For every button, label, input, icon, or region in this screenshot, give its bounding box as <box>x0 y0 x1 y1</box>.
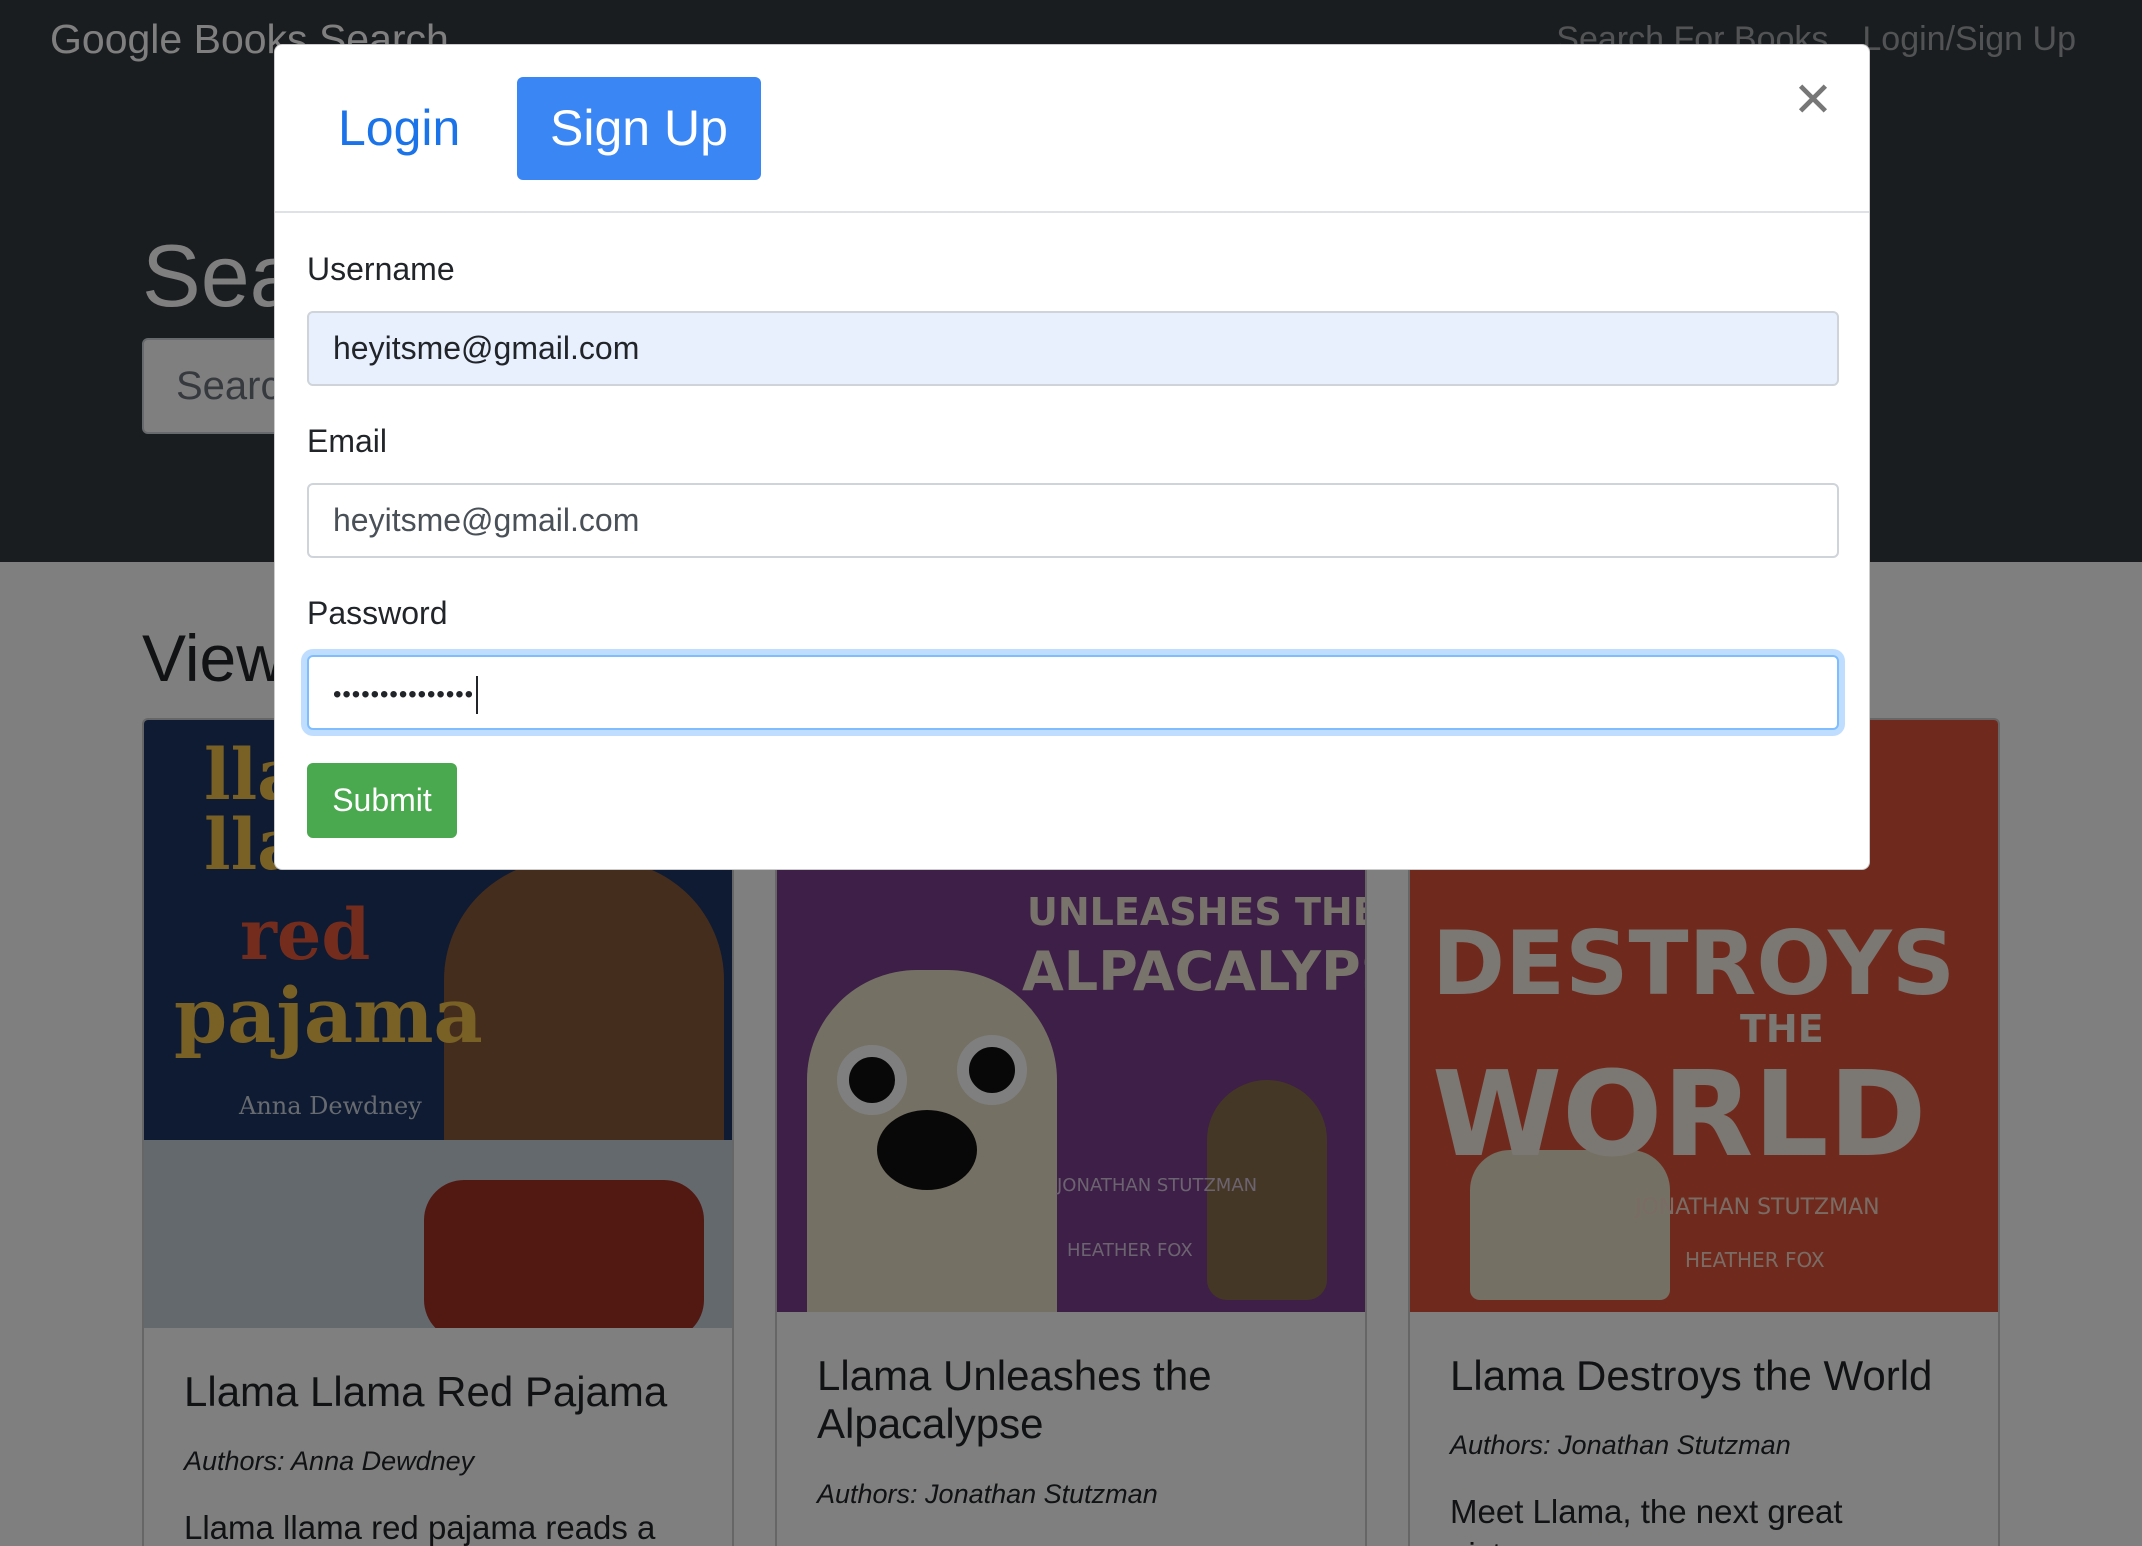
username-field[interactable]: heyitsme@gmail.com <box>307 311 1839 386</box>
auth-tabs: Login Sign Up <box>305 45 865 213</box>
close-icon[interactable]: ✕ <box>1791 77 1835 125</box>
password-label: Password <box>307 595 448 631</box>
tab-sign-up[interactable]: Sign Up <box>517 77 761 180</box>
modal-header: Login Sign Up ✕ <box>275 45 1869 213</box>
tab-login[interactable]: Login <box>305 77 493 180</box>
submit-button[interactable]: Submit <box>307 763 457 838</box>
email-label: Email <box>307 423 388 459</box>
page: Google Books Search Search For Books Log… <box>0 0 2142 1546</box>
text-caret <box>476 675 479 714</box>
auth-modal: Login Sign Up ✕ Username heyitsme@gmail.… <box>274 44 1870 870</box>
email-field[interactable]: heyitsme@gmail.com <box>307 483 1839 558</box>
password-mask: ••••••••••••••• <box>333 681 475 709</box>
password-field[interactable]: ••••••••••••••• <box>307 655 1839 730</box>
username-label: Username <box>307 251 455 287</box>
